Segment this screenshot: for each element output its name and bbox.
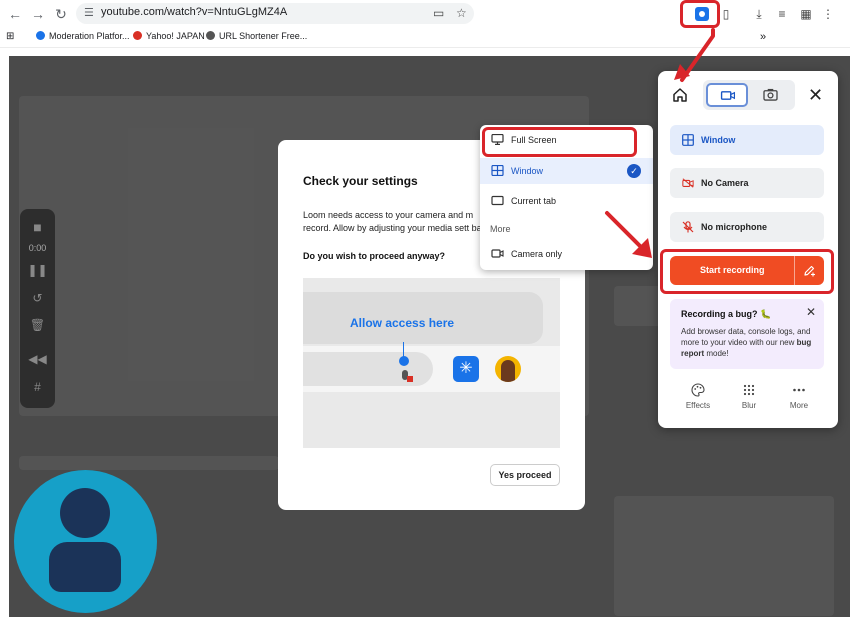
annotation-arrows xyxy=(605,28,715,258)
arrow-to-start-button xyxy=(605,211,646,252)
